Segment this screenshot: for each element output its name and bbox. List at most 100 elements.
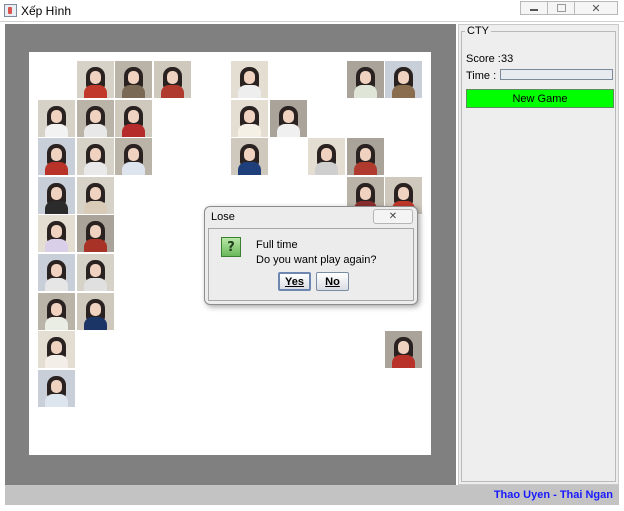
puzzle-tile[interactable] (76, 254, 114, 291)
tile-image-face (398, 186, 410, 200)
tile-image-body (83, 278, 107, 291)
puzzle-tile[interactable] (38, 138, 75, 176)
tile-image-body (238, 123, 261, 137)
puzzle-tile[interactable] (385, 331, 423, 369)
tile-image-face (244, 148, 255, 162)
puzzle-tile[interactable] (38, 292, 75, 330)
tile-image-body (122, 162, 146, 176)
tile-image-face (51, 186, 62, 200)
puzzle-tile[interactable] (38, 331, 75, 369)
tile-image-body (122, 123, 146, 137)
tile-image-body (45, 393, 68, 407)
tile-image-face (128, 109, 140, 123)
tile-image-body (83, 316, 107, 330)
yes-label: Yes (285, 275, 304, 288)
tile-image-face (51, 341, 62, 355)
puzzle-tile[interactable] (153, 61, 191, 98)
puzzle-tile[interactable] (38, 99, 75, 137)
dialog-message-line1: Full time (256, 239, 298, 251)
tile-image-face (51, 264, 62, 277)
score-label: Score : (466, 53, 501, 65)
tile-image-face (166, 71, 178, 84)
tile-image-face (51, 302, 62, 316)
puzzle-tile[interactable] (38, 215, 75, 253)
puzzle-tile[interactable] (231, 138, 268, 176)
tile-image-body (45, 278, 68, 291)
no-button[interactable]: No (316, 272, 349, 291)
puzzle-tile[interactable] (76, 292, 114, 330)
tile-image-face (244, 109, 255, 123)
yes-button[interactable]: Yes (278, 272, 311, 291)
tile-image-body (45, 355, 68, 369)
minimize-button[interactable] (520, 1, 548, 15)
no-label: No (325, 275, 340, 288)
puzzle-tile[interactable] (269, 99, 307, 137)
tile-image-face (89, 225, 101, 239)
puzzle-tile[interactable] (115, 138, 153, 176)
tile-image-face (128, 148, 140, 162)
tile-image-body (353, 85, 377, 98)
question-icon: ? (221, 237, 241, 257)
puzzle-tile[interactable] (76, 138, 114, 176)
puzzle-tile[interactable] (308, 138, 346, 176)
tile-image-face (244, 71, 255, 84)
puzzle-tile[interactable] (346, 61, 384, 98)
time-progress-bar (500, 69, 613, 80)
status-bar: Thao Uyen - Thai Ngan (5, 485, 619, 505)
maximize-button[interactable] (547, 1, 575, 15)
close-icon: ✕ (388, 211, 398, 222)
dialog-content: ? Full time Do you want play again? Yes … (208, 228, 414, 301)
score-value: 33 (501, 53, 514, 65)
new-game-button[interactable]: New Game (466, 89, 614, 108)
tile-image-body (122, 85, 146, 98)
tile-image-body (238, 162, 261, 176)
close-button[interactable]: ✕ (574, 1, 618, 15)
dialog-title: Lose (211, 211, 235, 223)
dialog-message-line2: Do you want play again? (256, 254, 377, 266)
puzzle-tile[interactable] (346, 138, 384, 176)
puzzle-tile[interactable] (115, 61, 153, 98)
puzzle-tile[interactable] (385, 61, 423, 98)
tile-image-body (83, 239, 107, 253)
puzzle-tile[interactable] (76, 215, 114, 253)
tile-image-body (160, 85, 184, 98)
tile-image-face (321, 148, 333, 162)
close-icon: ✕ (591, 1, 601, 15)
time-label: Time : (466, 70, 497, 82)
tile-image-face (89, 302, 101, 316)
puzzle-tile[interactable] (76, 99, 114, 137)
maximize-icon (556, 4, 566, 12)
dialog-close-button[interactable]: ✕ (373, 209, 413, 224)
tile-image-face (89, 264, 101, 277)
minimize-icon (530, 9, 538, 11)
tile-image-face (359, 148, 371, 162)
tile-image-body (83, 162, 107, 176)
tile-image-body (315, 162, 339, 176)
window-titlebar: Xếp Hình ✕ (0, 0, 624, 22)
puzzle-tile[interactable] (231, 99, 268, 137)
puzzle-tile[interactable] (115, 99, 153, 137)
tile-image-body (392, 355, 416, 369)
tile-image-face (51, 379, 62, 393)
puzzle-tile[interactable] (38, 369, 75, 407)
tile-image-body (45, 162, 68, 176)
tile-image-face (89, 148, 101, 162)
tile-image-face (282, 109, 294, 123)
puzzle-tile[interactable] (76, 61, 114, 98)
group-title: CTY (465, 25, 491, 37)
tile-image-face (51, 225, 62, 239)
puzzle-tile[interactable] (38, 254, 75, 291)
tile-image-body (45, 316, 68, 330)
tile-image-body (45, 123, 68, 137)
puzzle-tile[interactable] (231, 61, 268, 98)
tile-image-face (359, 71, 371, 84)
tile-image-face (89, 71, 101, 84)
tile-image-body (83, 85, 107, 98)
puzzle-tile[interactable] (38, 176, 75, 214)
tile-image-face (398, 341, 410, 355)
tile-image-body (83, 123, 107, 137)
tile-image-body (353, 162, 377, 176)
puzzle-tile[interactable] (76, 176, 114, 214)
tile-image-face (89, 186, 101, 200)
tile-image-body (238, 85, 261, 98)
